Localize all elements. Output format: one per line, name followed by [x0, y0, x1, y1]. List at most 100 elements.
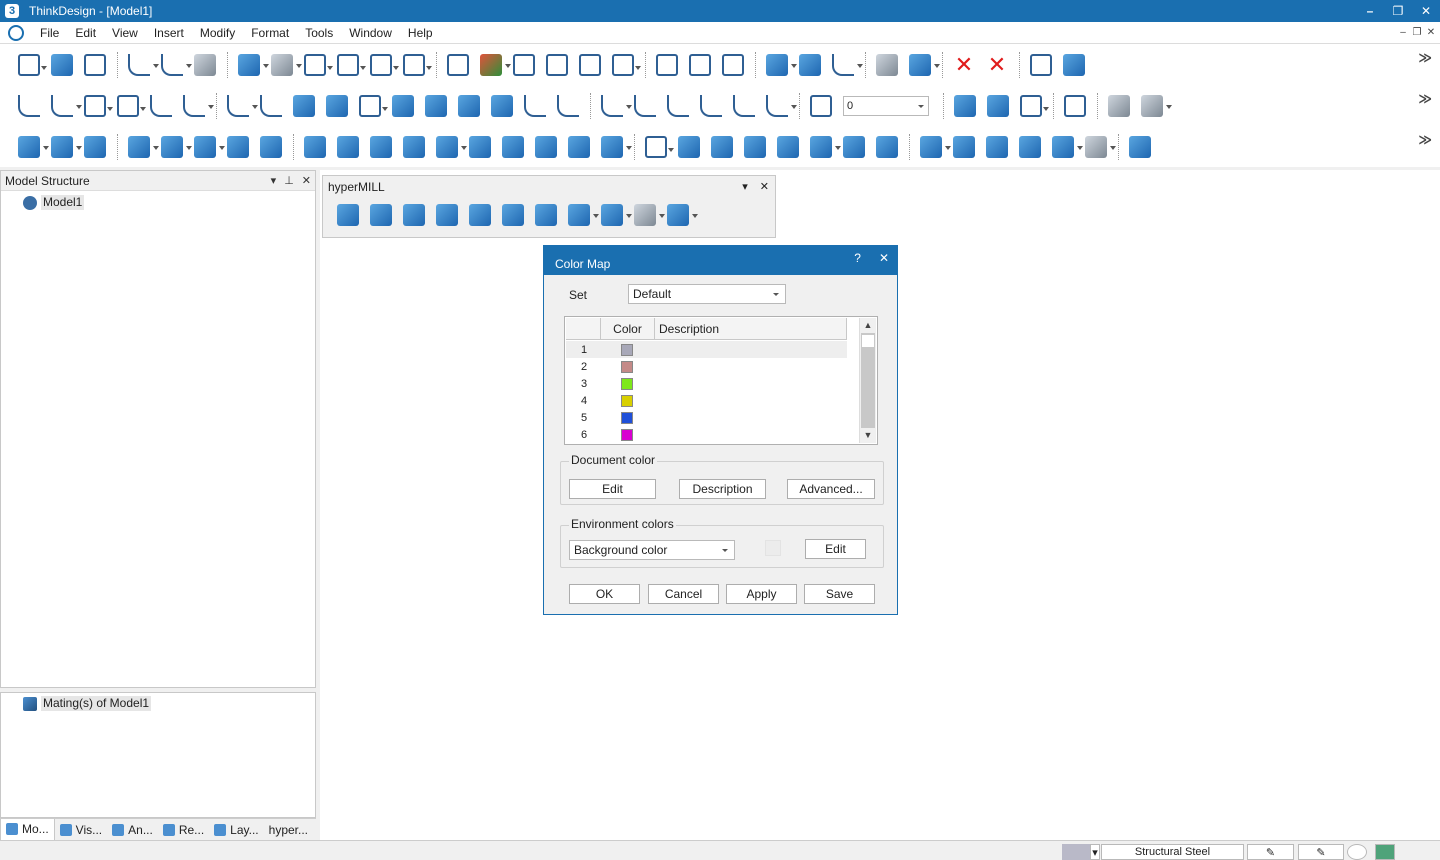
rectangle-icon[interactable]	[117, 94, 146, 117]
break-icon[interactable]	[700, 94, 722, 117]
mill-block-icon[interactable]	[1129, 135, 1151, 158]
globe-icon[interactable]	[1347, 844, 1367, 860]
delete-icon[interactable]: ✕	[953, 53, 975, 76]
menu-edit[interactable]: Edit	[67, 26, 104, 40]
menu-file[interactable]: File	[32, 26, 67, 40]
color-swatch[interactable]	[621, 428, 633, 441]
wire-cube-icon[interactable]	[876, 53, 898, 76]
planar-surface-icon[interactable]	[678, 135, 700, 158]
ellipse-icon[interactable]	[359, 94, 388, 117]
save-icon[interactable]	[84, 53, 106, 76]
edit-curve-icon[interactable]	[601, 94, 632, 117]
undo-icon[interactable]	[128, 53, 159, 76]
feature-icon[interactable]	[535, 204, 557, 226]
delete-all-icon[interactable]: ✕	[986, 53, 1008, 76]
doc-close-button[interactable]: ✕	[1424, 25, 1438, 39]
extend-icon[interactable]	[766, 94, 797, 117]
doc-minimize-button[interactable]: –	[1396, 25, 1410, 39]
column-header-description[interactable]: Description	[655, 318, 847, 339]
snap-icon[interactable]	[832, 53, 863, 76]
extrude-icon[interactable]	[18, 135, 49, 158]
menu-help[interactable]: Help	[400, 26, 441, 40]
deform-icon[interactable]	[953, 135, 975, 158]
pick-filter-icon[interactable]	[799, 53, 821, 76]
silhouette-icon[interactable]	[491, 94, 513, 117]
sphere-icon[interactable]	[271, 53, 302, 76]
pen-icon[interactable]	[403, 53, 432, 76]
layer-pen-icon[interactable]	[810, 94, 832, 117]
scrollbar-thumb[interactable]	[861, 334, 875, 348]
help-icon[interactable]	[667, 204, 698, 226]
chamfer-icon[interactable]	[183, 94, 214, 117]
layer-field[interactable]: 0	[843, 95, 929, 116]
hypermill-close-icon[interactable]: ✕	[760, 180, 769, 193]
mesh-icon[interactable]	[1030, 53, 1052, 76]
symbol-icon[interactable]	[1141, 94, 1172, 117]
wrench-icon[interactable]	[634, 204, 665, 226]
close-button[interactable]: ✕	[1412, 0, 1440, 22]
color-dropdown-icon[interactable]: ▾	[1090, 844, 1100, 860]
dialog-help-button[interactable]: ?	[854, 251, 861, 265]
calculate-icon[interactable]	[436, 204, 458, 226]
environment-edit-button[interactable]: Edit	[805, 539, 866, 559]
color-swatch[interactable]	[621, 394, 633, 407]
shield-icon[interactable]	[843, 135, 865, 158]
tab-hypermill[interactable]: hyper...	[264, 819, 313, 841]
arc-icon[interactable]	[634, 94, 656, 117]
redo-icon[interactable]	[161, 53, 192, 76]
points-icon[interactable]	[920, 135, 951, 158]
project-curve-icon[interactable]	[392, 94, 414, 117]
cube-tools-icon[interactable]	[909, 53, 940, 76]
document-description-button[interactable]: Description	[679, 479, 766, 499]
table-icon[interactable]	[447, 53, 469, 76]
job-list-icon[interactable]	[337, 204, 359, 226]
table-row[interactable]: 6	[566, 426, 847, 443]
menu-insert[interactable]: Insert	[146, 26, 192, 40]
scroll-down-icon[interactable]: ▼	[860, 428, 876, 443]
postprocessor-icon[interactable]	[601, 204, 632, 226]
workplane-icon[interactable]	[987, 94, 1009, 117]
select-arrow-icon[interactable]	[656, 53, 678, 76]
pick-icon[interactable]	[766, 53, 797, 76]
nc-file-icon[interactable]	[502, 204, 524, 226]
helix-icon[interactable]	[524, 94, 546, 117]
view-icon[interactable]	[304, 53, 333, 76]
cylinder-curve-icon[interactable]	[458, 94, 480, 117]
blend-curve-icon[interactable]	[557, 94, 579, 117]
box-icon[interactable]	[304, 135, 326, 158]
loft-icon[interactable]	[711, 135, 733, 158]
network-icon[interactable]	[876, 135, 898, 158]
document-logo-icon[interactable]	[8, 24, 24, 41]
ok-button[interactable]: OK	[569, 584, 640, 604]
job-settings-icon[interactable]	[370, 204, 392, 226]
monitor-icon[interactable]	[1375, 844, 1395, 860]
browser-icon[interactable]	[403, 204, 425, 226]
doc-restore-button[interactable]: ❐	[1410, 25, 1424, 39]
mirror-solid-icon[interactable]	[601, 135, 632, 158]
column-header-color[interactable]: Color	[601, 318, 655, 339]
color-swatch[interactable]	[621, 411, 633, 424]
table-row[interactable]: 2	[566, 358, 847, 375]
apply-button[interactable]: Apply	[726, 584, 797, 604]
color-swatch[interactable]	[621, 377, 633, 390]
blend-surface-icon[interactable]	[777, 135, 799, 158]
open-icon[interactable]	[51, 53, 73, 76]
material-combo[interactable]: Structural Steel	[1101, 844, 1244, 860]
minimize-button[interactable]: –	[1356, 0, 1384, 22]
offset-surface-icon[interactable]	[810, 135, 841, 158]
table-row[interactable]: 3	[566, 375, 847, 392]
line-width-combo[interactable]: ✎	[1298, 844, 1344, 860]
trim-icon[interactable]	[667, 94, 689, 117]
dimension-icon[interactable]	[1064, 94, 1086, 117]
sweep-icon[interactable]	[84, 135, 106, 158]
tool-database-icon[interactable]	[568, 204, 599, 226]
select-lasso-icon[interactable]	[722, 53, 744, 76]
menu-view[interactable]: View	[104, 26, 146, 40]
gear-solid-icon[interactable]	[403, 135, 425, 158]
dark-shade-icon[interactable]	[546, 53, 568, 76]
morph-icon[interactable]	[986, 135, 1008, 158]
circle-icon[interactable]	[84, 94, 113, 117]
table-row[interactable]: 1	[566, 341, 847, 358]
cancel-button[interactable]: Cancel	[648, 584, 719, 604]
layers-solid-icon[interactable]	[535, 135, 557, 158]
